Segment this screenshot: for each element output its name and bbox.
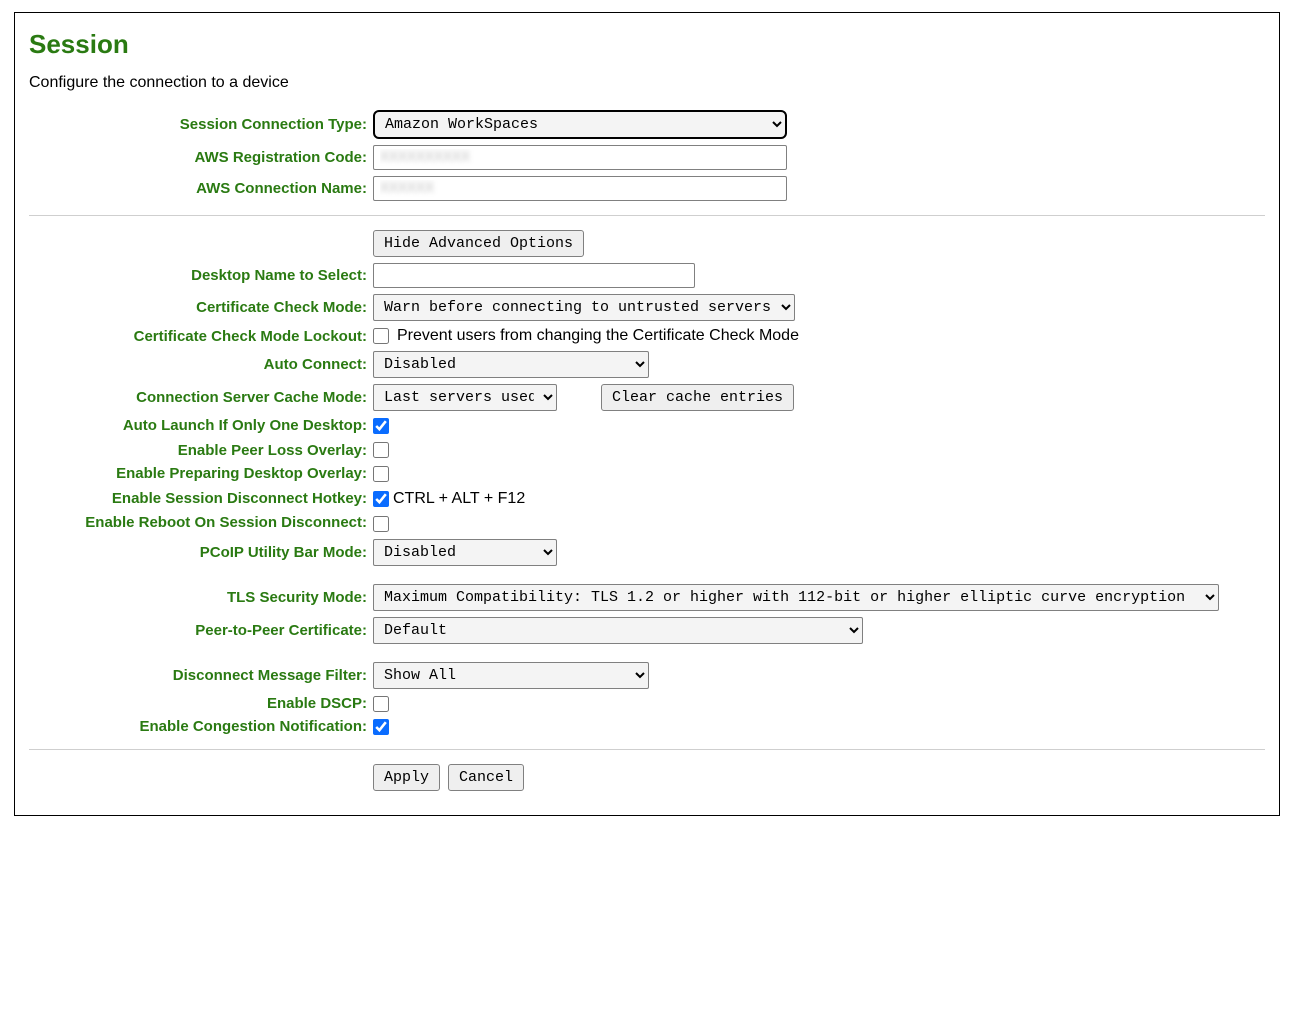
certificate-check-mode-select[interactable]: Warn before connecting to untrusted serv… <box>373 294 795 321</box>
reboot-disc-checkbox[interactable] <box>373 516 389 532</box>
label-desktop-name: Desktop Name to Select: <box>29 267 373 284</box>
label-disc-filter: Disconnect Message Filter: <box>29 667 373 684</box>
label-auto-launch: Auto Launch If Only One Desktop: <box>29 417 373 436</box>
row-auto-connect: Auto Connect: Disabled <box>29 351 1265 378</box>
hide-advanced-options-button[interactable]: Hide Advanced Options <box>373 230 584 257</box>
auto-connect-select[interactable]: Disabled <box>373 351 649 378</box>
row-dscp: Enable DSCP: <box>29 695 1265 712</box>
row-p2p-cert: Peer-to-Peer Certificate: Default <box>29 617 1265 644</box>
separator-1 <box>29 215 1265 216</box>
label-p2p-cert: Peer-to-Peer Certificate: <box>29 622 373 639</box>
row-disc-filter: Disconnect Message Filter: Show All <box>29 662 1265 689</box>
label-cert-lockout: Certificate Check Mode Lockout: <box>29 328 373 345</box>
cert-lockout-text: Prevent users from changing the Certific… <box>397 327 799 345</box>
label-auto-connect: Auto Connect: <box>29 356 373 373</box>
congestion-checkbox[interactable] <box>373 719 389 735</box>
row-peer-loss: Enable Peer Loss Overlay: <box>29 442 1265 459</box>
label-prep-desktop: Enable Preparing Desktop Overlay: <box>29 465 373 484</box>
cache-mode-select[interactable]: Last servers used <box>373 384 557 411</box>
row-cert-lockout: Certificate Check Mode Lockout: Prevent … <box>29 327 1265 345</box>
aws-connection-name-input[interactable] <box>373 176 787 201</box>
session-connection-type-select[interactable]: Amazon WorkSpaces <box>373 110 787 139</box>
row-auto-launch: Auto Launch If Only One Desktop: <box>29 417 1265 436</box>
page-title: Session <box>29 29 1265 60</box>
apply-button[interactable]: Apply <box>373 764 440 791</box>
label-cert-mode: Certificate Check Mode: <box>29 299 373 316</box>
tls-security-mode-select[interactable]: Maximum Compatibility: TLS 1.2 or higher… <box>373 584 1219 611</box>
desktop-name-input[interactable] <box>373 263 695 288</box>
label-reboot-disc: Enable Reboot On Session Disconnect: <box>29 514 373 533</box>
p2p-certificate-select[interactable]: Default <box>373 617 863 644</box>
row-reboot-disc: Enable Reboot On Session Disconnect: <box>29 514 1265 533</box>
row-registration-code: AWS Registration Code: <box>29 145 1265 170</box>
prep-desktop-checkbox[interactable] <box>373 466 389 482</box>
session-panel: Session Configure the connection to a de… <box>14 12 1280 816</box>
row-desktop-name: Desktop Name to Select: <box>29 263 1265 288</box>
label-connection-name: AWS Connection Name: <box>29 180 373 197</box>
label-connection-type: Session Connection Type: <box>29 116 373 133</box>
cert-lockout-checkbox[interactable] <box>373 328 389 344</box>
page-description: Configure the connection to a device <box>29 74 1265 92</box>
label-util-bar: PCoIP Utility Bar Mode: <box>29 544 373 561</box>
label-tls-mode: TLS Security Mode: <box>29 589 373 606</box>
utility-bar-mode-select[interactable]: Disabled <box>373 539 557 566</box>
aws-registration-code-input[interactable] <box>373 145 787 170</box>
row-disc-hotkey: Enable Session Disconnect Hotkey: CTRL +… <box>29 490 1265 509</box>
row-connection-name: AWS Connection Name: <box>29 176 1265 201</box>
row-tls-mode: TLS Security Mode: Maximum Compatibility… <box>29 584 1265 611</box>
cancel-button[interactable]: Cancel <box>448 764 524 791</box>
auto-launch-checkbox[interactable] <box>373 418 389 434</box>
label-registration-code: AWS Registration Code: <box>29 149 373 166</box>
row-cert-mode: Certificate Check Mode: Warn before conn… <box>29 294 1265 321</box>
label-peer-loss: Enable Peer Loss Overlay: <box>29 442 373 459</box>
label-dscp: Enable DSCP: <box>29 695 373 712</box>
row-congestion: Enable Congestion Notification: <box>29 718 1265 735</box>
dscp-checkbox[interactable] <box>373 696 389 712</box>
row-util-bar: PCoIP Utility Bar Mode: Disabled <box>29 539 1265 566</box>
peer-loss-checkbox[interactable] <box>373 442 389 458</box>
row-prep-desktop: Enable Preparing Desktop Overlay: <box>29 465 1265 484</box>
separator-2 <box>29 749 1265 750</box>
row-connection-type: Session Connection Type: Amazon WorkSpac… <box>29 110 1265 139</box>
clear-cache-button[interactable]: Clear cache entries <box>601 384 794 411</box>
row-actions: Apply Cancel <box>29 764 1265 791</box>
label-cache-mode: Connection Server Cache Mode: <box>29 389 373 406</box>
row-cache-mode: Connection Server Cache Mode: Last serve… <box>29 384 1265 411</box>
disconnect-filter-select[interactable]: Show All <box>373 662 649 689</box>
disc-hotkey-checkbox[interactable] <box>373 491 389 507</box>
label-congestion: Enable Congestion Notification: <box>29 718 373 735</box>
label-disc-hotkey: Enable Session Disconnect Hotkey: <box>29 490 373 509</box>
disc-hotkey-text: CTRL + ALT + F12 <box>393 490 525 508</box>
row-advanced-toggle: Hide Advanced Options <box>29 230 1265 257</box>
